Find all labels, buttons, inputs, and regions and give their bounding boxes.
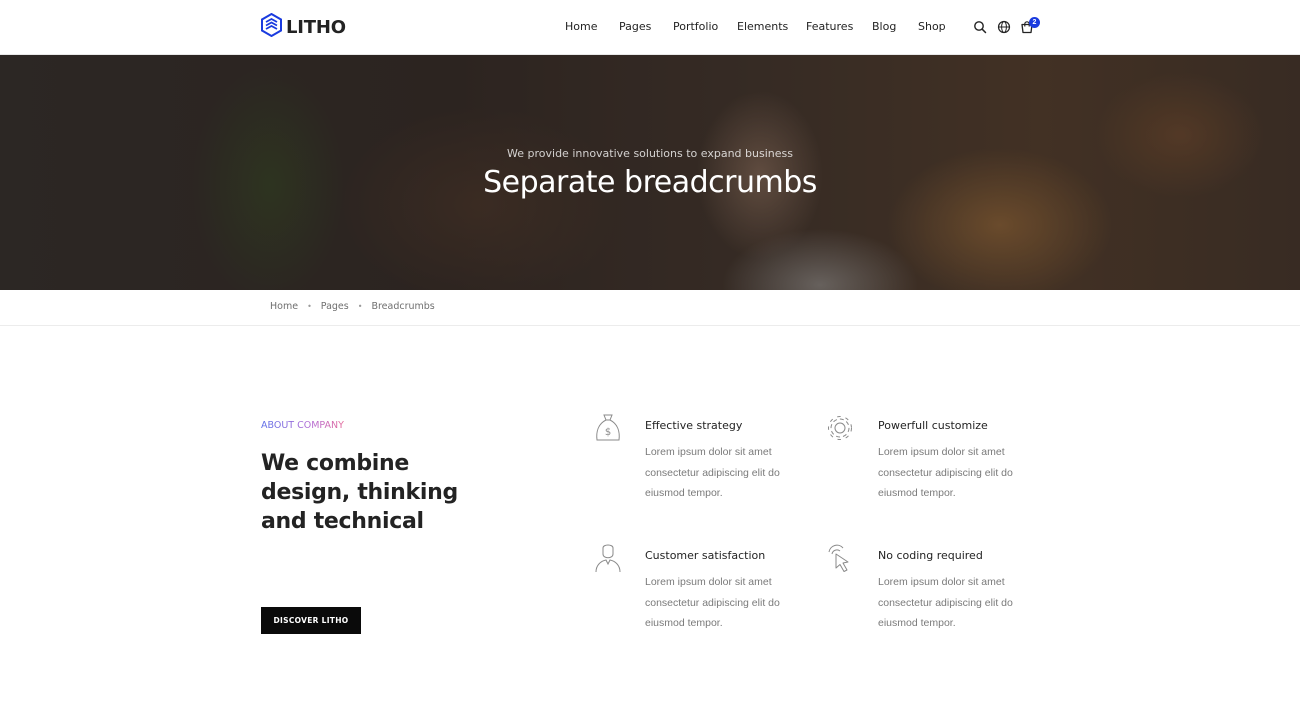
svg-text:$: $ xyxy=(605,427,611,438)
breadcrumb-pages[interactable]: Pages xyxy=(321,301,349,312)
feature-title: No coding required xyxy=(878,549,983,562)
breadcrumb-home[interactable]: Home xyxy=(270,301,298,312)
logo-text: LITHO xyxy=(286,16,346,38)
site-logo[interactable]: LITHO xyxy=(261,12,346,42)
search-icon[interactable] xyxy=(973,20,987,34)
feature-text: Lorem ipsum dolor sit amet consectetur a… xyxy=(645,446,780,499)
discover-litho-button[interactable]: DISCOVER LITHO xyxy=(261,607,361,634)
hero-subtitle: We provide innovative solutions to expan… xyxy=(507,147,793,160)
breadcrumb: Home • Pages • Breadcrumbs xyxy=(0,290,1300,326)
globe-icon[interactable] xyxy=(997,20,1011,34)
feature-title: Powerfull customize xyxy=(878,419,988,432)
breadcrumb-separator: • xyxy=(307,302,312,311)
cursor-click-icon xyxy=(825,542,855,574)
cube-logo-icon xyxy=(261,12,282,42)
nav-item-blog[interactable]: Blog xyxy=(872,19,896,35)
breadcrumb-current: Breadcrumbs xyxy=(371,301,435,312)
about-title: We combine design, thinking and technica… xyxy=(261,451,458,534)
money-bag-icon: $ xyxy=(593,412,623,444)
feature-text: Lorem ipsum dolor sit amet consectetur a… xyxy=(645,576,780,629)
breadcrumb-separator: • xyxy=(357,302,363,311)
nav-item-home[interactable]: Home xyxy=(565,19,597,35)
hero-banner: We provide innovative solutions to expan… xyxy=(0,55,1300,290)
feature-text: Lorem ipsum dolor sit amet consectetur a… xyxy=(878,446,1013,499)
site-header: LITHO Home Pages Portfolio Elements Feat… xyxy=(0,0,1300,55)
feature-title: Effective strategy xyxy=(645,419,743,432)
feature-text: Lorem ipsum dolor sit amet consectetur a… xyxy=(878,576,1013,629)
nav-item-portfolio[interactable]: Portfolio xyxy=(673,19,718,35)
about-label: ABOUT COMPANY xyxy=(261,420,344,431)
cart-count-badge: 2 xyxy=(1029,17,1040,28)
page-title: Separate breadcrumbs xyxy=(483,165,817,200)
nav-item-features[interactable]: Features xyxy=(806,19,853,35)
gear-icon xyxy=(825,412,855,444)
feature-title: Customer satisfaction xyxy=(645,549,766,562)
user-icon xyxy=(593,542,623,574)
nav-item-pages[interactable]: Pages xyxy=(619,19,651,35)
nav-item-elements[interactable]: Elements xyxy=(737,19,788,35)
nav-item-shop[interactable]: Shop xyxy=(918,19,946,35)
